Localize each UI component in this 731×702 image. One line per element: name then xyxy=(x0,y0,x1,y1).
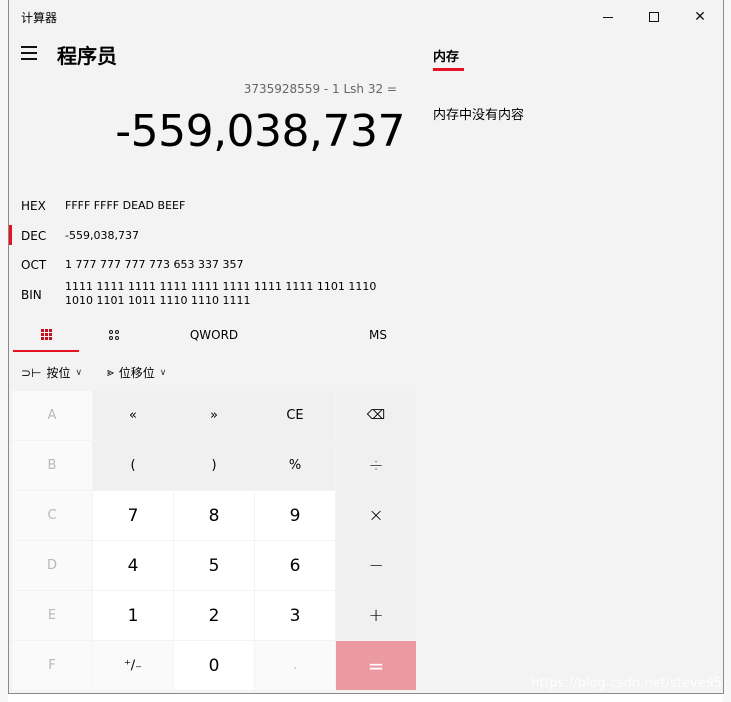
keypad: A « » CE ⌫ B ( ) % ÷ C 7 8 9 × D 4 5 6 −… xyxy=(12,391,416,691)
operator-row: ⊃⊢ 按位 ∨ ⪢ 位移位 ∨ xyxy=(13,360,413,386)
app-title: 计算器 xyxy=(21,11,58,25)
maximize-icon xyxy=(649,12,659,22)
memory-store-button[interactable]: MS xyxy=(313,318,443,352)
maximize-button[interactable] xyxy=(631,0,677,34)
watermark: https://blog.csdn.net/steve95 xyxy=(531,676,723,691)
key-8[interactable]: 8 xyxy=(174,491,254,540)
keyboard-tabs: QWORD MS xyxy=(13,318,414,354)
radix-label: BIN xyxy=(21,288,42,302)
word-size-button[interactable]: QWORD xyxy=(149,318,279,352)
radix-value: FFFF FFFF DEAD BEEF xyxy=(65,199,186,212)
key-divide[interactable]: ÷ xyxy=(336,441,416,490)
logic-gate-icon: ⊃⊢ xyxy=(21,365,42,380)
full-keypad-tab[interactable] xyxy=(13,318,79,352)
radix-value: 1 777 777 777 773 653 337 357 xyxy=(65,258,244,271)
radix-label: HEX xyxy=(21,199,46,213)
key-hex-b[interactable]: B xyxy=(12,441,92,490)
key-hex-d[interactable]: D xyxy=(12,541,92,590)
key-clear-entry[interactable]: CE xyxy=(255,391,335,440)
key-0[interactable]: 0 xyxy=(174,641,254,690)
key-open-paren[interactable]: ( xyxy=(93,441,173,490)
key-add[interactable]: + xyxy=(336,591,416,640)
bit-toggle-tab[interactable] xyxy=(79,318,149,352)
memory-tab-indicator xyxy=(433,68,464,71)
key-hex-a[interactable]: A xyxy=(12,391,92,440)
hamburger-icon[interactable] xyxy=(21,46,39,60)
radix-dec[interactable]: DEC -559,038,737 xyxy=(9,223,409,249)
radix-oct[interactable]: OCT 1 777 777 777 773 653 337 357 xyxy=(9,252,409,278)
key-decimal[interactable]: . xyxy=(255,641,335,690)
bitshift-label: 位移位 xyxy=(118,366,155,380)
key-rotate-left[interactable]: « xyxy=(93,391,173,440)
key-9[interactable]: 9 xyxy=(255,491,335,540)
key-hex-f[interactable]: F xyxy=(12,641,92,690)
key-multiply[interactable]: × xyxy=(336,491,416,540)
bitshift-dropdown[interactable]: ⪢ 位移位 ∨ xyxy=(107,364,166,381)
key-hex-c[interactable]: C xyxy=(12,491,92,540)
minimize-button[interactable] xyxy=(585,0,631,34)
radix-value: -559,038,737 xyxy=(65,229,139,242)
key-hex-e[interactable]: E xyxy=(12,591,92,640)
close-button[interactable]: ✕ xyxy=(677,0,723,34)
key-1[interactable]: 1 xyxy=(93,591,173,640)
mode-title: 程序员 xyxy=(57,44,117,68)
background-window-left xyxy=(0,0,8,702)
minimize-icon xyxy=(603,16,613,18)
radix-label: OCT xyxy=(21,258,47,272)
title-bar[interactable]: 计算器 ✕ xyxy=(9,0,723,34)
key-3[interactable]: 3 xyxy=(255,591,335,640)
key-equals[interactable]: = xyxy=(336,641,416,690)
key-subtract[interactable]: − xyxy=(336,541,416,590)
key-rotate-right[interactable]: » xyxy=(174,391,254,440)
active-radix-indicator xyxy=(9,225,12,245)
radix-value: 1111 1111 1111 1111 1111 1111 1111 1111 … xyxy=(65,280,377,307)
key-6[interactable]: 6 xyxy=(255,541,335,590)
key-5[interactable]: 5 xyxy=(174,541,254,590)
result-display: -559,038,737 xyxy=(115,106,405,157)
radix-bin[interactable]: BIN 1111 1111 1111 1111 1111 1111 1111 1… xyxy=(9,276,409,312)
memory-tab[interactable]: 内存 xyxy=(433,46,459,65)
bitshift-icon: ⪢ xyxy=(107,365,114,379)
full-keypad-icon xyxy=(40,328,52,340)
bitwise-dropdown[interactable]: ⊃⊢ 按位 ∨ xyxy=(21,364,82,381)
key-backspace[interactable]: ⌫ xyxy=(336,391,416,440)
key-7[interactable]: 7 xyxy=(93,491,173,540)
calculator-window: 计算器 ✕ 程序员 3735928559 - 1 Lsh 32 = -559,0… xyxy=(8,0,724,694)
key-close-paren[interactable]: ) xyxy=(174,441,254,490)
key-2[interactable]: 2 xyxy=(174,591,254,640)
memory-empty-message: 内存中没有内容 xyxy=(433,108,525,123)
key-4[interactable]: 4 xyxy=(93,541,173,590)
radix-hex[interactable]: HEX FFFF FFFF DEAD BEEF xyxy=(9,193,409,219)
close-icon: ✕ xyxy=(694,9,706,25)
bitwise-label: 按位 xyxy=(46,366,71,380)
chevron-down-icon: ∨ xyxy=(75,367,83,378)
radix-label: DEC xyxy=(21,229,47,243)
background-window-right xyxy=(723,0,731,702)
key-negate[interactable]: ⁺∕₋ xyxy=(93,641,173,690)
bit-toggle-icon xyxy=(109,330,119,340)
chevron-down-icon: ∨ xyxy=(159,367,167,378)
key-modulo[interactable]: % xyxy=(255,441,335,490)
expression-display: 3735928559 - 1 Lsh 32 = xyxy=(243,82,397,96)
